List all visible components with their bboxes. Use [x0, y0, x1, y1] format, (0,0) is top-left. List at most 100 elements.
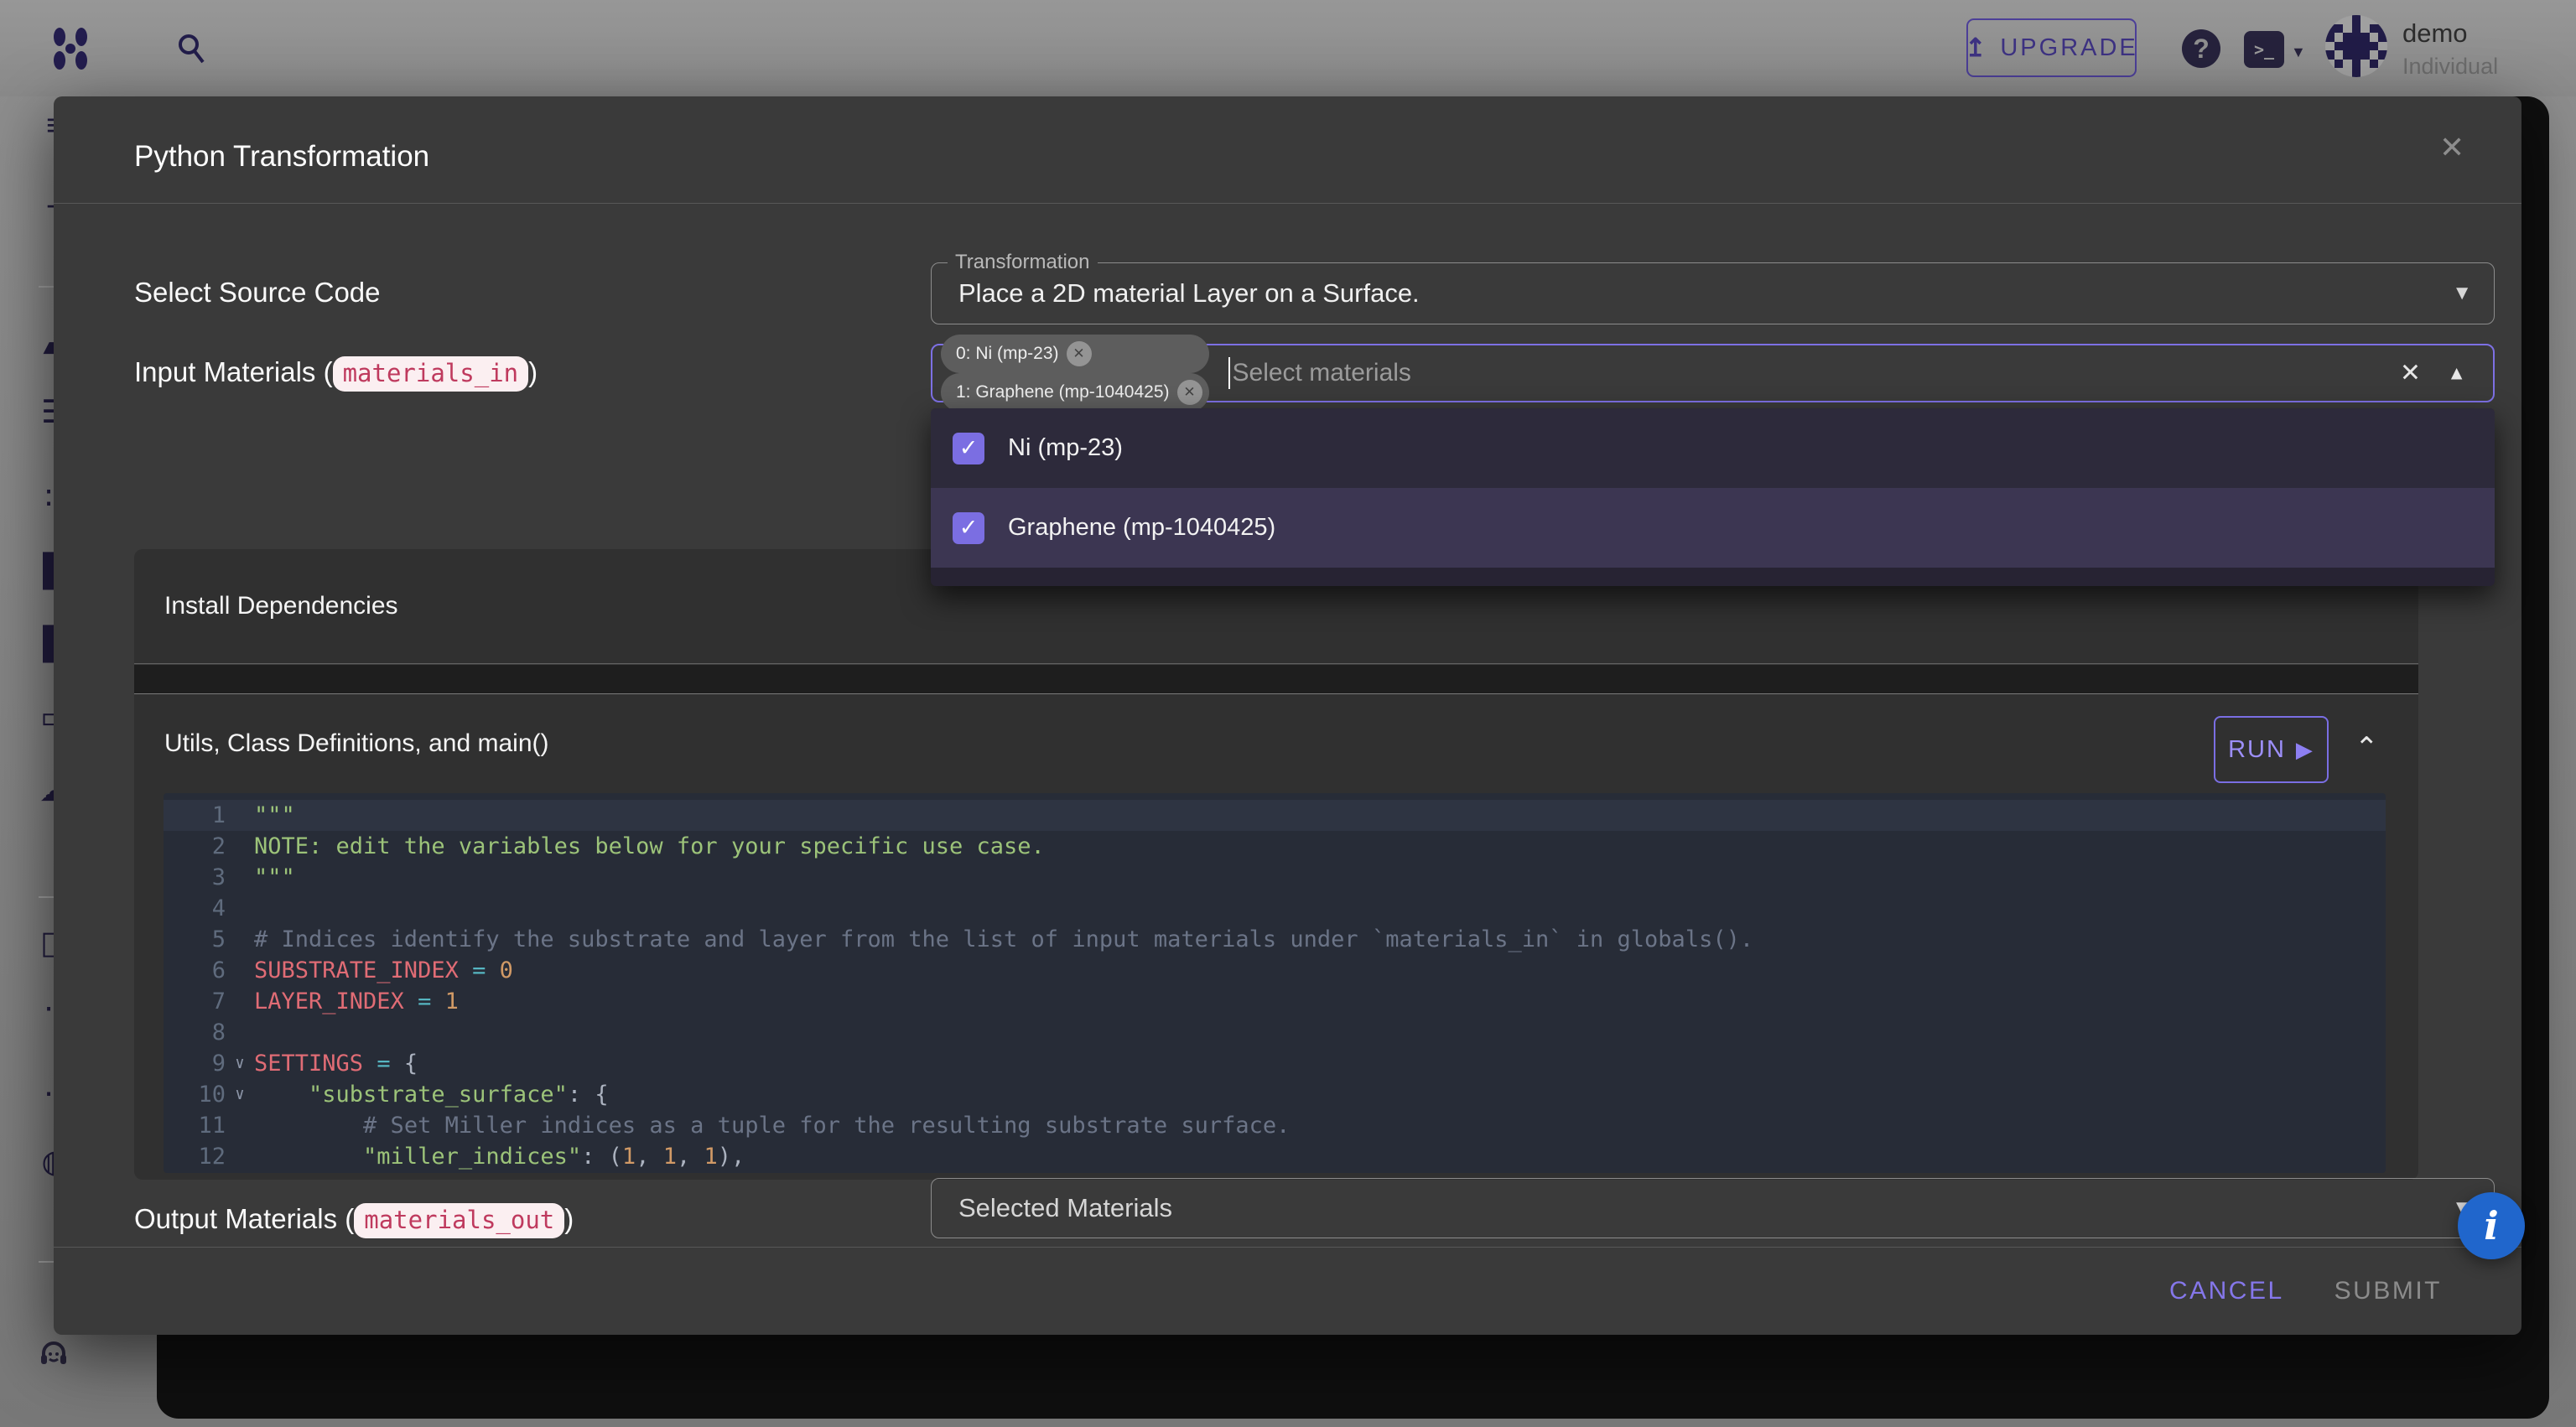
- output-materials-label: Output Materials (materials_out): [134, 1203, 574, 1238]
- code-line[interactable]: 5 # Indices identify the substrate and la…: [164, 924, 2386, 955]
- material-option[interactable]: ✓ Ni (mp-23): [931, 408, 2495, 488]
- help-icon[interactable]: ?: [2182, 29, 2220, 68]
- clear-selection-icon[interactable]: ✕: [2400, 359, 2421, 388]
- code-line[interactable]: 9∨SETTINGS = {: [164, 1048, 2386, 1079]
- code-line[interactable]: 1""": [164, 800, 2386, 831]
- dialog-footer: CANCEL SUBMIT: [54, 1247, 2521, 1335]
- code-text: """: [254, 862, 2386, 893]
- code-text: # Indices identify the substrate and lay…: [254, 924, 2386, 955]
- line-number: 4: [164, 893, 226, 924]
- topbar: ↥ UPGRADE ? >_ ▼ demo Individual: [0, 0, 2576, 96]
- code-line[interactable]: 6SUBSTRATE_INDEX = 0: [164, 955, 2386, 986]
- checkbox-checked-icon[interactable]: ✓: [953, 512, 984, 544]
- fold-arrow-icon[interactable]: ∨: [226, 1048, 254, 1079]
- brand-logo-icon[interactable]: [49, 25, 92, 72]
- sidebar-item-bank[interactable]: ◫: [39, 926, 54, 960]
- code-text: [254, 1017, 2386, 1048]
- line-number: 12: [164, 1141, 226, 1172]
- fold-gutter: [226, 800, 254, 831]
- fold-gutter: [226, 862, 254, 893]
- code-line[interactable]: 2NOTE: edit the variables below for your…: [164, 831, 2386, 862]
- terminal-icon[interactable]: >_: [2244, 31, 2284, 68]
- user-plan: Individual: [2402, 54, 2498, 80]
- sidebar-item-add[interactable]: +: [39, 190, 54, 224]
- code-text: NOTE: edit the variables below for your …: [254, 831, 2386, 862]
- code-line[interactable]: 8: [164, 1017, 2386, 1048]
- code-line[interactable]: 12 "miller_indices": (1, 1, 1),: [164, 1141, 2386, 1172]
- input-materials-label: Input Materials (materials_in): [134, 356, 538, 392]
- material-chip[interactable]: 1: Graphene (mp-1040425)✕: [941, 373, 1209, 412]
- materials-dropdown-menu: ✓ Ni (mp-23) ✓Graphene (mp-1040425): [931, 408, 2495, 586]
- submit-button[interactable]: SUBMIT: [2334, 1277, 2442, 1305]
- material-option[interactable]: ✓Graphene (mp-1040425): [931, 488, 2495, 568]
- transformation-select[interactable]: Place a 2D material Layer on a Surface. …: [931, 262, 2495, 324]
- sidebar-item-share[interactable]: ∴: [39, 1072, 54, 1106]
- chevron-down-icon[interactable]: ▼: [2452, 282, 2472, 305]
- text-cursor: [1228, 357, 1230, 389]
- material-option-label: Ni (mp-23): [1008, 434, 1123, 462]
- chip-label: 0: Ni (mp-23): [956, 344, 1059, 364]
- code-editor[interactable]: 1"""2NOTE: edit the variables below for …: [164, 793, 2386, 1173]
- materials-multiselect-input[interactable]: 0: Ni (mp-23)✕1: Graphene (mp-1040425)✕ …: [931, 344, 2495, 402]
- line-number: 9: [164, 1048, 226, 1079]
- materials-out-pill: materials_out: [354, 1203, 564, 1238]
- sidebar-divider: [39, 896, 54, 898]
- cancel-button[interactable]: CANCEL: [2169, 1277, 2284, 1305]
- code-text: "substrate_surface": {: [254, 1079, 2386, 1110]
- upgrade-label: UPGRADE: [2000, 34, 2137, 62]
- fold-gutter: [226, 955, 254, 986]
- line-number: 11: [164, 1110, 226, 1141]
- sidebar-item-menu[interactable]: ≡: [39, 109, 54, 143]
- output-materials-value: Selected Materials: [958, 1193, 1172, 1223]
- checkbox-checked-icon[interactable]: ✓: [953, 433, 984, 464]
- sidebar-item-projects[interactable]: ▰: [39, 330, 54, 363]
- upgrade-button[interactable]: ↥ UPGRADE: [1966, 18, 2137, 77]
- code-line[interactable]: 11 # Set Miller indices as a tuple for t…: [164, 1110, 2386, 1141]
- upload-arrow-icon: ↥: [1965, 34, 1988, 63]
- fold-gutter: [226, 831, 254, 862]
- sidebar-item-team[interactable]: ∵: [39, 999, 54, 1033]
- chip-delete-icon[interactable]: ✕: [1067, 341, 1092, 366]
- output-materials-select[interactable]: Selected Materials ▼: [931, 1178, 2495, 1238]
- transformation-value: Place a 2D material Layer on a Surface.: [958, 278, 1420, 309]
- search-icon[interactable]: [174, 32, 208, 69]
- fold-gutter: [226, 893, 254, 924]
- header-divider: [54, 203, 2521, 204]
- utils-accordion: Utils, Class Definitions, and main() RUN…: [134, 693, 2418, 1180]
- sidebar-item-web[interactable]: ◍: [39, 1145, 54, 1179]
- chevron-up-icon[interactable]: ▲: [2447, 362, 2466, 385]
- sidebar-item-list[interactable]: ☰: [39, 396, 54, 429]
- fold-arrow-icon[interactable]: ∨: [226, 1079, 254, 1110]
- run-button[interactable]: RUN ▶: [2214, 716, 2329, 783]
- close-icon[interactable]: ✕: [2439, 130, 2464, 165]
- install-dependencies-title: Install Dependencies: [164, 592, 398, 620]
- chip-delete-icon[interactable]: ✕: [1177, 380, 1202, 405]
- code-line[interactable]: 10∨ "substrate_surface": {: [164, 1079, 2386, 1110]
- code-line[interactable]: 3""": [164, 862, 2386, 893]
- transformation-label: Transformation: [948, 251, 1098, 274]
- input-materials-suffix: ): [528, 356, 538, 387]
- user-avatar[interactable]: [2325, 15, 2387, 77]
- fold-gutter: [226, 1110, 254, 1141]
- code-text: SETTINGS = {: [254, 1048, 2386, 1079]
- collapse-accordion-icon[interactable]: ⌃: [2355, 731, 2379, 765]
- sidebar-item-jobs[interactable]: ▊: [39, 555, 54, 589]
- material-chip[interactable]: 0: Ni (mp-23) ✕: [941, 335, 1209, 373]
- output-materials-suffix: ): [564, 1203, 574, 1234]
- code-line[interactable]: 4: [164, 893, 2386, 924]
- accordion-gap: [134, 665, 2418, 693]
- materials-placeholder: Select materials: [1233, 359, 1411, 387]
- line-number: 6: [164, 955, 226, 986]
- code-line[interactable]: 7LAYER_INDEX = 1: [164, 986, 2386, 1017]
- line-number: 5: [164, 924, 226, 955]
- utils-accordion-title: Utils, Class Definitions, and main(): [164, 729, 548, 758]
- python-transformation-dialog: Python Transformation ✕ Select Source Co…: [54, 96, 2521, 1335]
- sidebar-item-charts[interactable]: ▙: [39, 628, 54, 662]
- terminal-caret-icon[interactable]: ▼: [2291, 44, 2306, 61]
- support-headset-icon[interactable]: [37, 1336, 70, 1370]
- sidebar-item-cloud[interactable]: ☁: [39, 774, 54, 807]
- sidebar-item-materials[interactable]: ∷: [39, 482, 54, 516]
- sidebar-divider: [39, 286, 54, 288]
- info-fab-button[interactable]: i: [2458, 1192, 2525, 1259]
- sidebar-item-media[interactable]: ▭: [39, 701, 54, 734]
